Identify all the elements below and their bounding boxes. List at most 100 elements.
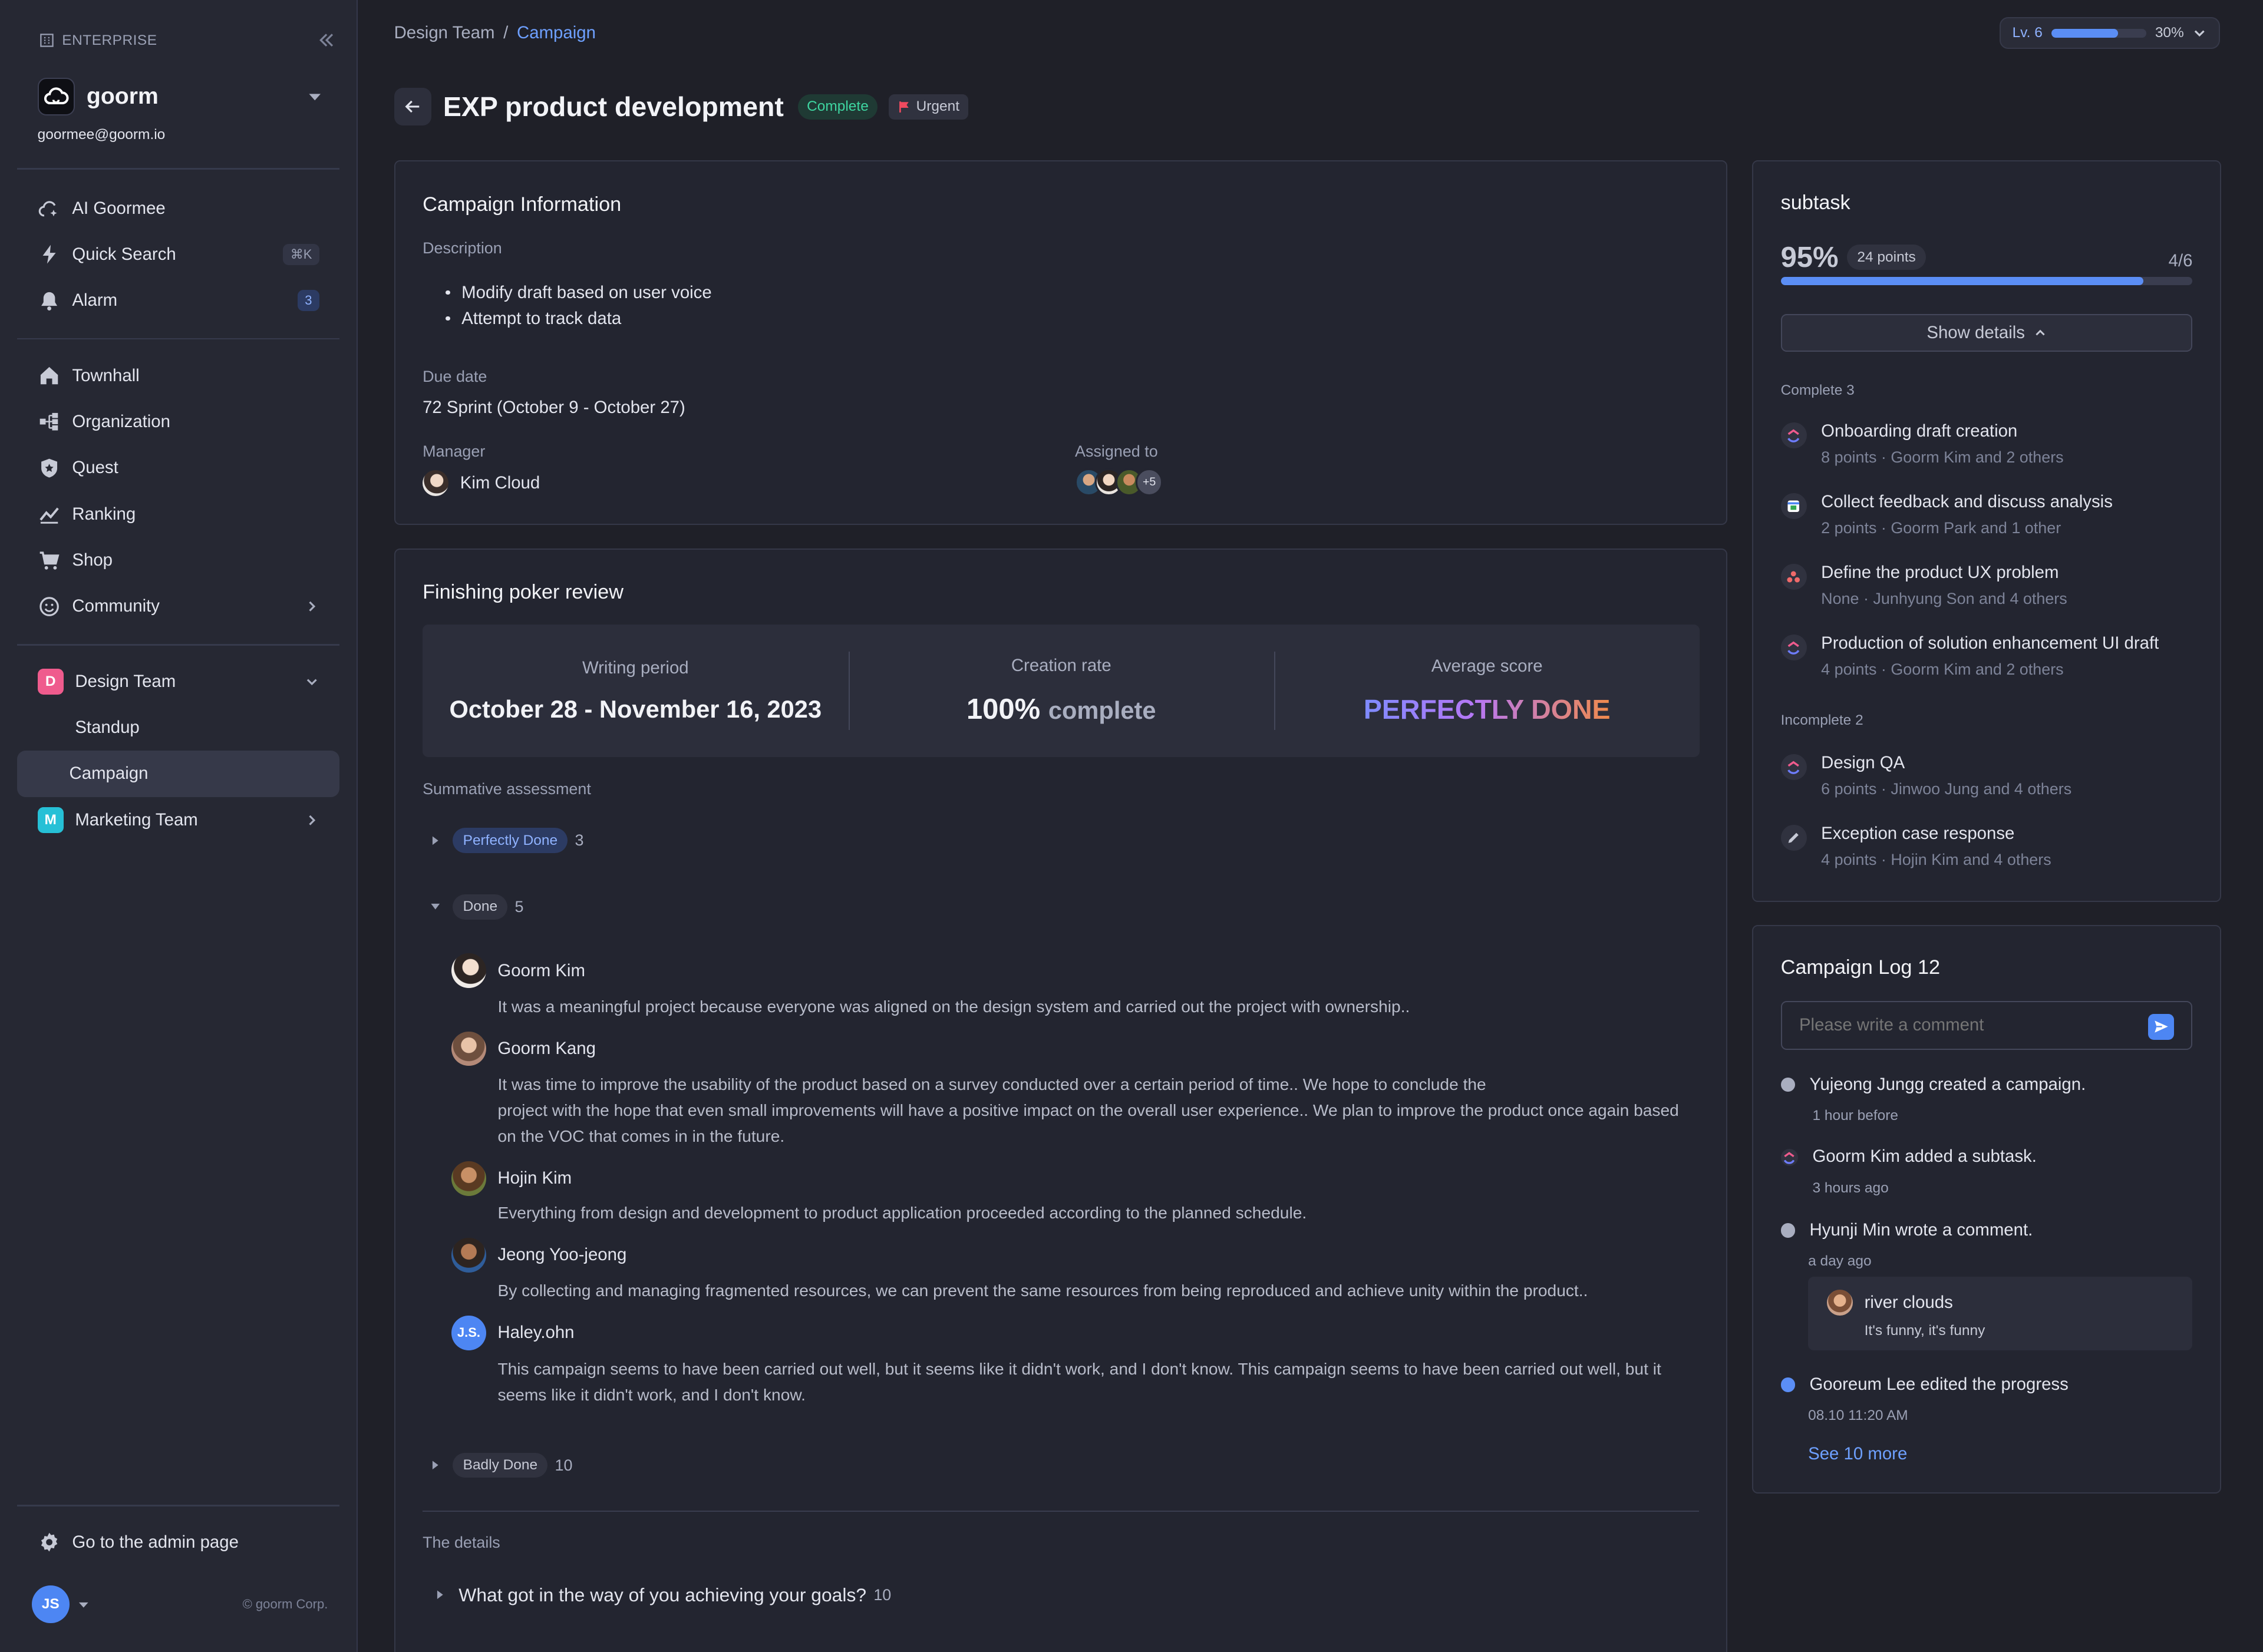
level-percent: 30%	[2155, 25, 2184, 41]
nav-community[interactable]: Community	[17, 583, 339, 629]
manager[interactable]: Kim Cloud	[423, 470, 540, 496]
cloud-sparkle-icon	[38, 201, 57, 217]
subtask-item[interactable]: Design QA 6 points · Jinwoo Jung and 4 ot…	[1780, 753, 2071, 798]
reviewer-avatar	[451, 1237, 486, 1273]
description-item: Attempt to track data	[423, 306, 712, 332]
caret-right-icon	[437, 1590, 443, 1600]
card-title: Finishing poker review	[423, 581, 624, 604]
caret-right-icon	[433, 836, 439, 845]
see-more-link[interactable]: See 10 more	[1808, 1444, 1907, 1464]
collapse-sidebar-icon[interactable]	[316, 30, 337, 50]
nav-shop[interactable]: Shop	[17, 537, 339, 583]
group-done[interactable]: Done 5	[430, 894, 523, 920]
reviewer: J.S. Haley.ohn	[451, 1316, 575, 1350]
nav-alarm[interactable]: Alarm 3	[17, 277, 339, 323]
review-text: It was time to improve the usability of …	[497, 1075, 1679, 1146]
shield-star-icon	[41, 458, 57, 478]
stat-writing-period: Writing period October 28 - November 16,…	[449, 658, 822, 723]
subtask-item[interactable]: Define the product UX problem None · Junh…	[1780, 563, 2067, 608]
breadcrumb-parent[interactable]: Design Team	[394, 23, 495, 43]
log-comment: river clouds It's funny, it's funny	[1808, 1276, 2193, 1350]
nav-ranking[interactable]: Ranking	[17, 491, 339, 537]
level-indicator[interactable]: Lv. 6 30%	[2000, 17, 2220, 49]
clickup-icon	[1787, 641, 1800, 655]
nav-quick-search[interactable]: Quick Search ⌘K	[17, 232, 339, 277]
bell-icon	[41, 292, 57, 310]
subtask-progress-bar	[1780, 276, 2193, 286]
incomplete-group-label: Incomplete 2	[1780, 712, 1863, 729]
log-entry: Goorm Kim added a subtask. 3 hours ago	[1780, 1147, 2037, 1196]
question-row[interactable]: What got in the way of you achieving you…	[434, 1584, 891, 1606]
nav-townhall[interactable]: Townhall	[17, 353, 339, 399]
team-design-avatar: D	[37, 668, 64, 695]
review-text: Everything from design and development t…	[497, 1204, 1307, 1223]
nav-campaign[interactable]: Campaign	[17, 751, 339, 797]
team-marketing[interactable]: M Marketing Team	[17, 797, 339, 843]
reviewer-avatar: J.S.	[451, 1316, 486, 1350]
chevron-right-icon	[309, 815, 316, 825]
subtask-card: subtask 95% 24 points 4/6 Show details C…	[1752, 160, 2221, 902]
send-button[interactable]	[2148, 1013, 2175, 1040]
admin-page-link[interactable]: Go to the admin page	[17, 1519, 339, 1565]
assignee-more: +5	[1135, 468, 1163, 496]
main-content: Design Team / Campaign Lv. 6 30% EXP pro…	[358, 0, 2263, 1652]
level-label: Lv. 6	[2012, 25, 2043, 41]
clickup-icon	[1784, 1151, 1795, 1164]
subtask-progress-fill	[1780, 276, 2143, 286]
shortcut-badge: ⌘K	[283, 244, 319, 265]
clickup-icon	[1787, 761, 1800, 774]
workspace-switcher[interactable]: goorm	[0, 58, 357, 115]
log-dot	[1780, 1377, 1796, 1392]
level-progress-fill	[2051, 28, 2118, 38]
breadcrumb: Design Team / Campaign	[394, 23, 596, 43]
pencil-icon	[1789, 832, 1799, 843]
subtask-item[interactable]: Onboarding draft creation 8 points · Goor…	[1780, 421, 2064, 467]
caret-right-icon	[433, 1461, 439, 1470]
subtask-item[interactable]: Collect feedback and discuss analysis 2 p…	[1780, 492, 2113, 537]
asana-icon	[1787, 571, 1800, 583]
subtask-item[interactable]: Exception case response 4 points · Hojin …	[1780, 824, 2051, 869]
group-perfectly-done[interactable]: Perfectly Done 3	[430, 828, 583, 853]
breadcrumb-current[interactable]: Campaign	[517, 23, 596, 43]
subtask-item[interactable]: Production of solution enhancement UI dr…	[1780, 633, 2159, 679]
arrow-left-icon	[405, 100, 420, 113]
chevron-right-icon	[309, 602, 316, 612]
group-badly-done[interactable]: Badly Done 10	[430, 1452, 572, 1478]
nav-quest[interactable]: Quest	[17, 445, 339, 491]
brand-name: goorm	[86, 84, 159, 110]
show-details-button[interactable]: Show details	[1780, 314, 2193, 352]
user-email: goormee@goorm.io	[37, 127, 166, 143]
assignees[interactable]: +5	[1075, 468, 1163, 496]
review-text: It was a meaningful project because ever…	[497, 997, 1410, 1016]
card-title: Campaign Information	[423, 193, 622, 216]
caret-down-icon	[431, 904, 440, 910]
nav-ai-goormee[interactable]: AI Goormee	[17, 185, 339, 231]
caret-down-icon	[79, 1602, 88, 1608]
description-item: Modify draft based on user voice	[423, 280, 712, 306]
subtask-summary: 95% 24 points	[1781, 241, 1926, 274]
reviewer-avatar	[451, 953, 486, 989]
chevron-down-icon	[2195, 30, 2205, 37]
user-menu[interactable]: JS	[31, 1585, 90, 1624]
goorm-logo	[37, 78, 75, 115]
divider	[423, 1510, 1699, 1512]
caret-down-icon[interactable]	[308, 90, 322, 104]
team-design[interactable]: D Design Team	[17, 659, 339, 705]
description-label: Description	[423, 239, 502, 257]
nav-organization[interactable]: Organization	[17, 399, 339, 445]
poker-review-card: Finishing poker review Writing period Oc…	[394, 548, 1728, 1652]
reviewer-avatar	[451, 1031, 486, 1066]
org-chart-icon	[39, 413, 58, 431]
nav-standup[interactable]: Standup	[17, 705, 339, 751]
stat-creation-rate: Creation rate 100% complete	[848, 625, 1274, 757]
calendar-app-icon	[1787, 500, 1800, 512]
reviewer: Jeong Yoo-jeong	[451, 1237, 626, 1273]
clickup-icon	[1787, 429, 1800, 442]
lightning-icon	[42, 245, 56, 264]
cloud-logo-icon	[44, 87, 69, 105]
review-text: This campaign seems to have been carried…	[497, 1359, 1661, 1404]
building-icon	[40, 34, 54, 47]
comment-input[interactable]	[1782, 1002, 2136, 1049]
back-button[interactable]	[394, 88, 432, 126]
review-text: By collecting and managing fragmented re…	[497, 1281, 1588, 1300]
